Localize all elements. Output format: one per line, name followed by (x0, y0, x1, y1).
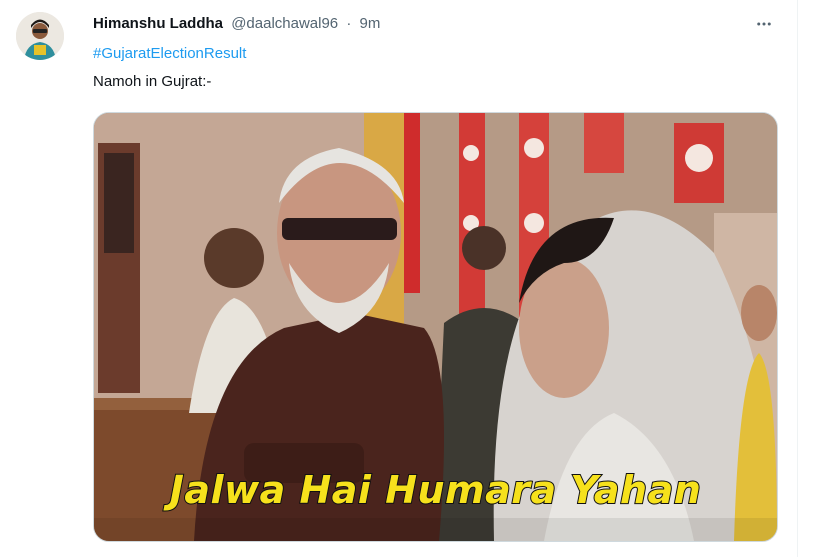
meme-caption: Jalwa Hai Humara Yahan (169, 467, 702, 513)
more-options-button[interactable] (752, 12, 776, 36)
tweet-header: Himanshu Laddha @daalchawal96 · 9m (93, 14, 380, 34)
separator-dot: · (346, 15, 352, 32)
tweet-text: Namoh in Gujrat:- (93, 73, 212, 90)
user-handle[interactable]: @daalchawal96 (231, 15, 338, 32)
avatar[interactable] (16, 12, 64, 60)
tweet-time[interactable]: 9m (360, 15, 381, 32)
hashtag-link[interactable]: #GujaratElectionResult (93, 44, 246, 64)
column-border (797, 0, 798, 557)
tweet-card[interactable]: Himanshu Laddha @daalchawal96 · 9m #Guja… (0, 0, 797, 557)
avatar-image (16, 12, 64, 60)
more-horizontal-icon (757, 22, 771, 26)
display-name[interactable]: Himanshu Laddha (93, 15, 223, 32)
tweet-media[interactable]: Jalwa Hai Humara Yahan (93, 112, 778, 542)
